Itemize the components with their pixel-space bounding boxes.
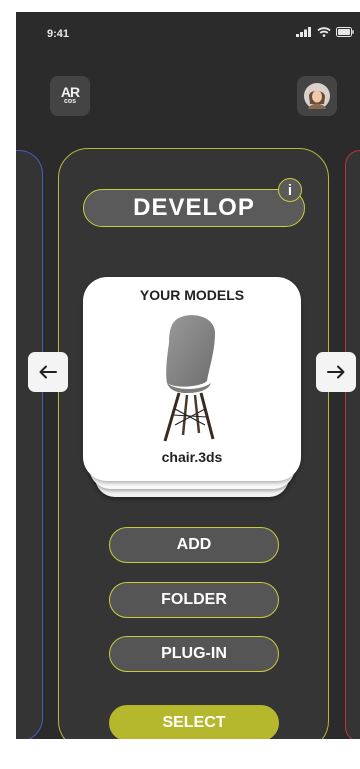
logo-text-cos: cos bbox=[63, 98, 77, 105]
chair-model-thumbnail bbox=[163, 315, 215, 442]
model-file-name: chair.3ds bbox=[161, 449, 223, 465]
app-logo[interactable]: AR cos bbox=[50, 76, 90, 116]
select-button[interactable]: SELECT bbox=[109, 705, 279, 739]
status-time: 9:41 bbox=[47, 28, 70, 40]
folder-button[interactable]: FOLDER bbox=[109, 582, 279, 618]
previous-category-card[interactable] bbox=[16, 150, 43, 739]
add-button[interactable]: ADD bbox=[109, 527, 279, 563]
avatar bbox=[304, 83, 330, 109]
next-category-card[interactable] bbox=[345, 150, 360, 739]
battery-icon bbox=[336, 27, 354, 37]
models-stack[interactable]: YOUR MODELS chair.3ds bbox=[83, 277, 301, 497]
arrow-left-icon bbox=[39, 365, 57, 379]
previous-button[interactable] bbox=[28, 352, 68, 392]
status-icons bbox=[296, 27, 354, 37]
info-button[interactable]: i bbox=[278, 178, 302, 202]
signal-icon bbox=[296, 27, 311, 37]
models-card[interactable]: YOUR MODELS chair.3ds bbox=[83, 277, 301, 481]
develop-card: DEVELOP i YOUR MODELS chair.3ds ADD FOLD… bbox=[58, 148, 329, 739]
card-title: DEVELOP bbox=[133, 194, 255, 221]
plugin-button[interactable]: PLUG-IN bbox=[109, 636, 279, 672]
profile-button[interactable] bbox=[297, 76, 337, 116]
wifi-icon bbox=[317, 27, 331, 37]
next-button[interactable] bbox=[316, 352, 356, 392]
models-heading: YOUR MODELS bbox=[139, 287, 245, 303]
logo-text-ar: AR bbox=[60, 84, 80, 100]
app-screen: 9:41 AR cos DEVELOP i YOUR MODELS chair.… bbox=[16, 12, 360, 739]
card-title-pill: DEVELOP bbox=[83, 189, 305, 227]
arrow-right-icon bbox=[327, 365, 345, 379]
